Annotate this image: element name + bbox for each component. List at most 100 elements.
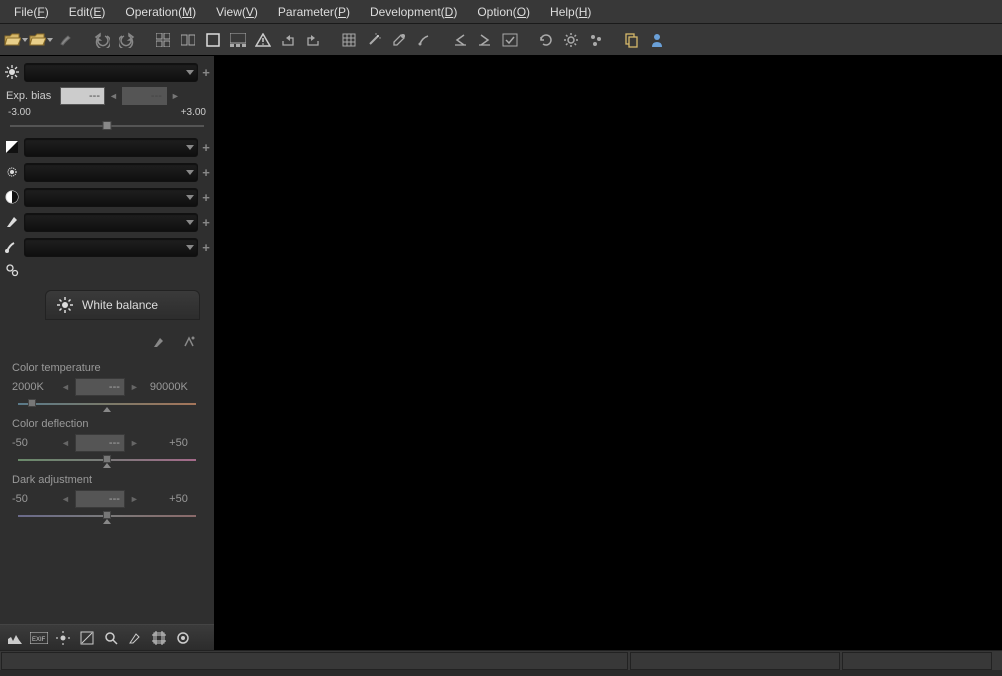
settings-icon[interactable]: [2, 260, 22, 280]
open-folder-caret: [47, 38, 53, 42]
wb-value-input[interactable]: [75, 490, 125, 508]
sidebar: + Exp. bias ◄ ► -3.00 +3.00 +: [0, 56, 215, 650]
check-button[interactable]: [498, 28, 522, 52]
tone-bottom-icon[interactable]: [76, 628, 98, 648]
histogram-icon[interactable]: [4, 628, 26, 648]
exposure-max: +3.00: [181, 107, 206, 121]
status-cell-3: [842, 652, 992, 670]
wb-left-arrow[interactable]: ◄: [58, 494, 73, 504]
wb-param-label: Color deflection: [8, 416, 206, 432]
next-button[interactable]: [473, 28, 497, 52]
open-folder-button[interactable]: [29, 28, 53, 52]
wb-slider[interactable]: [18, 512, 196, 520]
heal-button[interactable]: [412, 28, 436, 52]
statusbar: [0, 650, 1002, 670]
menu-help[interactable]: Help(H): [540, 1, 601, 23]
batch-button[interactable]: [620, 28, 644, 52]
effects-button[interactable]: [584, 28, 608, 52]
menu-operation[interactable]: Operation(M): [115, 1, 206, 23]
wb-picker-button[interactable]: [148, 332, 170, 352]
exif-icon[interactable]: EXIF: [28, 628, 50, 648]
exposure-input-2[interactable]: [122, 87, 167, 105]
sun-icon: [56, 296, 74, 314]
noise-icon: [2, 237, 22, 257]
menu-file[interactable]: File(F): [4, 1, 59, 23]
open-file-caret: [22, 38, 28, 42]
wb-value-input[interactable]: [75, 434, 125, 452]
wb-slider[interactable]: [18, 456, 196, 464]
menubar: File(F)Edit(E)Operation(M)View(V)Paramet…: [0, 0, 1002, 24]
wb-max: +50: [144, 493, 188, 505]
wb-slider[interactable]: [18, 400, 196, 408]
frame-icon[interactable]: [148, 628, 170, 648]
wb-right-arrow[interactable]: ►: [127, 382, 142, 392]
layout-single-button[interactable]: [201, 28, 225, 52]
wb-value-input[interactable]: [75, 378, 125, 396]
wb-min: -50: [12, 493, 56, 505]
noise-add-button[interactable]: +: [200, 238, 212, 256]
exposure-input-1[interactable]: [60, 87, 105, 105]
wb-max: 90000K: [144, 381, 188, 393]
redo-button[interactable]: [115, 28, 139, 52]
brush-tool-button[interactable]: [54, 28, 78, 52]
wb-right-arrow[interactable]: ►: [127, 438, 142, 448]
wb-icon: [2, 62, 22, 82]
exposure-slider[interactable]: [10, 121, 204, 131]
main-toolbar: [0, 24, 1002, 56]
warning-button[interactable]: [251, 28, 275, 52]
undo-button[interactable]: [90, 28, 114, 52]
inspect-icon[interactable]: [100, 628, 122, 648]
menu-development[interactable]: Development(D): [360, 1, 467, 23]
wb-left-arrow[interactable]: ◄: [58, 382, 73, 392]
contrast-icon: [2, 187, 22, 207]
tone-dropdown[interactable]: [24, 138, 198, 157]
rotate-right-button[interactable]: [301, 28, 325, 52]
menu-parameter[interactable]: Parameter(P): [268, 1, 360, 23]
refresh-button[interactable]: [534, 28, 558, 52]
exposure-right-arrow[interactable]: ►: [171, 91, 180, 101]
wb-reset-button[interactable]: [178, 332, 200, 352]
grid-4-button[interactable]: [151, 28, 175, 52]
menu-view[interactable]: View(V): [206, 1, 268, 23]
sharpen-add-button[interactable]: +: [200, 213, 212, 231]
prev-button[interactable]: [448, 28, 472, 52]
exposure-label: Exp. bias: [6, 90, 56, 102]
white-balance-tab[interactable]: White balance: [45, 290, 200, 320]
wb-right-arrow[interactable]: ►: [127, 494, 142, 504]
contrast-dropdown[interactable]: [24, 188, 198, 207]
exposure-left-arrow[interactable]: ◄: [109, 91, 118, 101]
layout-filmstrip-button[interactable]: [226, 28, 250, 52]
wb-left-arrow[interactable]: ◄: [58, 438, 73, 448]
brightness-dropdown[interactable]: [24, 163, 198, 182]
image-viewer[interactable]: [215, 56, 1002, 650]
grid-2-button[interactable]: [176, 28, 200, 52]
noise-dropdown[interactable]: [24, 238, 198, 257]
bottom-iconbar: EXIF: [0, 624, 214, 650]
wb-panel-title: White balance: [82, 298, 158, 312]
menu-option[interactable]: Option(O): [467, 1, 540, 23]
target-icon[interactable]: [172, 628, 194, 648]
contrast-add-button[interactable]: +: [200, 188, 212, 206]
crop-grid-button[interactable]: [337, 28, 361, 52]
gear-button[interactable]: [559, 28, 583, 52]
menu-edit[interactable]: Edit(E): [59, 1, 116, 23]
avatar-button[interactable]: [645, 28, 669, 52]
brightness-icon: [2, 162, 22, 182]
status-cell-2: [630, 652, 840, 670]
brightness-add-button[interactable]: +: [200, 163, 212, 181]
exposure-min: -3.00: [8, 107, 31, 121]
dropper-button[interactable]: [387, 28, 411, 52]
wb-add-button[interactable]: +: [200, 63, 212, 81]
dropper-bottom-icon[interactable]: [124, 628, 146, 648]
sharpen-dropdown[interactable]: [24, 213, 198, 232]
open-file-button[interactable]: [4, 28, 28, 52]
wb-max: +50: [144, 437, 188, 449]
status-cell-1: [1, 652, 628, 670]
wand-button[interactable]: [362, 28, 386, 52]
wb-min: 2000K: [12, 381, 56, 393]
tone-icon: [2, 137, 22, 157]
tone-add-button[interactable]: +: [200, 138, 212, 156]
sun-bottom-icon[interactable]: [52, 628, 74, 648]
rotate-left-button[interactable]: [276, 28, 300, 52]
wb-preset-dropdown[interactable]: [24, 63, 198, 82]
